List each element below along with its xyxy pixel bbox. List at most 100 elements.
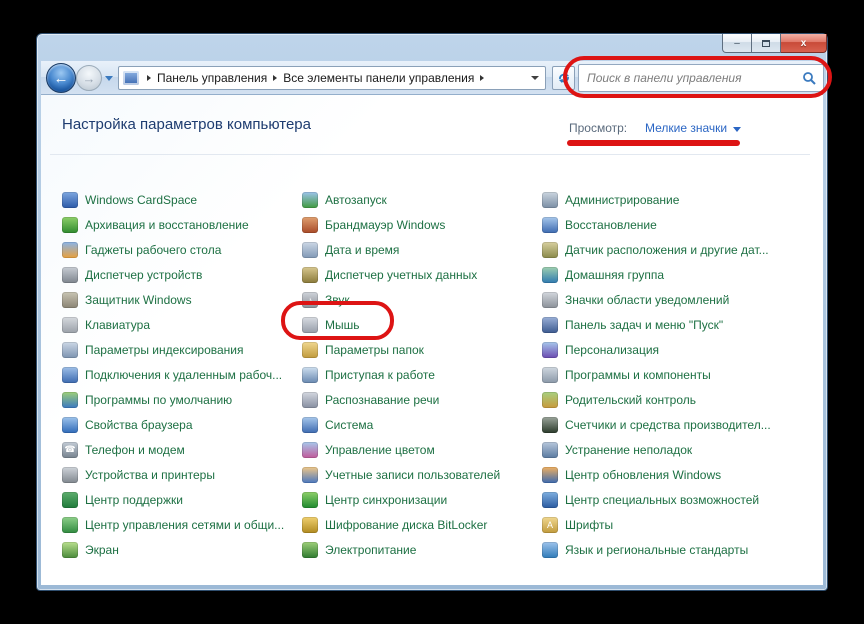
control-panel-item[interactable]: Свойства браузера — [62, 412, 300, 437]
control-panel-item[interactable]: Центр поддержки — [62, 487, 300, 512]
item-label: Распознавание речи — [325, 393, 439, 407]
control-panel-item[interactable]: Родительский контроль — [542, 387, 780, 412]
control-panel-item[interactable]: Параметры индексирования — [62, 337, 300, 362]
autoplay-icon — [302, 192, 318, 208]
performance-counters-icon — [542, 417, 558, 433]
item-label: Приступая к работе — [325, 368, 435, 382]
control-panel-item[interactable]: Клавиатура — [62, 312, 300, 337]
control-panel-item[interactable]: Диспетчер устройств — [62, 262, 300, 287]
item-label: Мышь — [325, 318, 360, 332]
control-panel-item[interactable]: Персонализация — [542, 337, 780, 362]
view-mode-dropdown[interactable]: Мелкие значки — [645, 121, 741, 135]
keyboard-icon — [62, 317, 78, 333]
item-label: Центр синхронизации — [325, 493, 447, 507]
control-panel-item[interactable]: Центр обновления Windows — [542, 462, 780, 487]
phone-modem-icon: ☎ — [62, 442, 78, 458]
control-panel-item[interactable]: Гаджеты рабочего стола — [62, 237, 300, 262]
control-panel-item[interactable]: Программы и компоненты — [542, 362, 780, 387]
control-panel-item[interactable]: Приступая к работе — [302, 362, 540, 387]
control-panel-item[interactable]: Защитник Windows — [62, 287, 300, 312]
control-panel-item[interactable]: Архивация и восстановление — [62, 212, 300, 237]
sync-center-icon — [302, 492, 318, 508]
items-column-1: Windows CardSpace Архивация и восстановле… — [62, 187, 300, 562]
control-panel-item[interactable]: Устройства и принтеры — [62, 462, 300, 487]
control-panel-item[interactable]: Распознавание речи — [302, 387, 540, 412]
address-bar[interactable]: Панель управления Все элементы панели уп… — [118, 66, 546, 90]
control-panel-item[interactable]: Датчик расположения и другие дат... — [542, 237, 780, 262]
network-sharing-center-icon — [62, 517, 78, 533]
control-panel-item[interactable]: Система — [302, 412, 540, 437]
close-button[interactable]: x — [781, 34, 827, 53]
minimize-button[interactable]: – — [722, 34, 752, 53]
internet-options-icon — [62, 417, 78, 433]
control-panel-item[interactable]: Значки области уведомлений — [542, 287, 780, 312]
parental-controls-icon — [542, 392, 558, 408]
forward-button[interactable]: → — [76, 65, 102, 91]
windows-update-icon — [542, 467, 558, 483]
control-panel-item[interactable]: Брандмауэр Windows — [302, 212, 540, 237]
desktop-gadgets-icon — [62, 242, 78, 258]
troubleshooting-icon — [542, 442, 558, 458]
ease-of-access-icon — [542, 492, 558, 508]
item-label: Параметры папок — [325, 343, 424, 357]
item-label: Параметры индексирования — [85, 343, 243, 357]
breadcrumb-control-panel[interactable]: Панель управления — [155, 71, 269, 85]
search-icon[interactable] — [802, 71, 817, 86]
control-panel-item[interactable]: AШрифты — [542, 512, 780, 537]
item-label: Windows CardSpace — [85, 193, 197, 207]
screenshot-stage: – x ← → Панель управления Все элементы п… — [0, 0, 864, 624]
control-panel-item[interactable]: Электропитание — [302, 537, 540, 562]
control-panel-item[interactable]: Домашняя группа — [542, 262, 780, 287]
control-panel-item[interactable]: Мышь — [302, 312, 540, 337]
breadcrumb-separator-icon — [480, 75, 484, 81]
speech-recognition-icon — [302, 392, 318, 408]
search-input[interactable] — [587, 71, 802, 85]
credential-manager-icon — [302, 267, 318, 283]
control-panel-icon — [123, 71, 139, 85]
administrative-tools-icon — [542, 192, 558, 208]
item-label: Свойства браузера — [85, 418, 193, 432]
control-panel-item[interactable]: Программы по умолчанию — [62, 387, 300, 412]
control-panel-item[interactable]: Подключения к удаленным рабоч... — [62, 362, 300, 387]
recent-pages-dropdown-icon[interactable] — [105, 76, 113, 81]
control-panel-item[interactable]: Экран — [62, 537, 300, 562]
control-panel-item[interactable]: Панель задач и меню "Пуск" — [542, 312, 780, 337]
control-panel-item[interactable]: Параметры папок — [302, 337, 540, 362]
back-button[interactable]: ← — [46, 63, 76, 93]
control-panel-item[interactable]: Центр специальных возможностей — [542, 487, 780, 512]
item-label: Защитник Windows — [85, 293, 192, 307]
breadcrumb-separator-icon — [273, 75, 277, 81]
control-panel-item[interactable]: Центр управления сетями и общи... — [62, 512, 300, 537]
item-label: Восстановление — [565, 218, 657, 232]
control-panel-item[interactable]: ♪Звук — [302, 287, 540, 312]
item-label: Центр обновления Windows — [565, 468, 721, 482]
control-panel-item[interactable]: Управление цветом — [302, 437, 540, 462]
refresh-button[interactable] — [552, 66, 575, 90]
control-panel-item[interactable]: Дата и время — [302, 237, 540, 262]
item-label: Учетные записи пользователей — [325, 468, 500, 482]
control-panel-item[interactable]: Администрирование — [542, 187, 780, 212]
item-label: Родительский контроль — [565, 393, 696, 407]
control-panel-item[interactable]: Язык и региональные стандарты — [542, 537, 780, 562]
bitlocker-icon — [302, 517, 318, 533]
item-label: Датчик расположения и другие дат... — [565, 243, 769, 257]
control-panel-item[interactable]: Центр синхронизации — [302, 487, 540, 512]
control-panel-item[interactable]: Windows CardSpace — [62, 187, 300, 212]
control-panel-item[interactable]: Счетчики и средства производител... — [542, 412, 780, 437]
control-panel-item[interactable]: Шифрование диска BitLocker — [302, 512, 540, 537]
control-panel-item[interactable]: ☎ Телефон и модем — [62, 437, 300, 462]
address-dropdown-icon[interactable] — [531, 76, 539, 80]
breadcrumb-all-items[interactable]: Все элементы панели управления — [281, 71, 476, 85]
control-panel-item[interactable]: Автозапуск — [302, 187, 540, 212]
item-label: Программы и компоненты — [565, 368, 711, 382]
getting-started-icon — [302, 367, 318, 383]
item-label: Персонализация — [565, 343, 659, 357]
item-label: Панель задач и меню "Пуск" — [565, 318, 723, 332]
folder-options-icon — [302, 342, 318, 358]
item-label: Телефон и модем — [85, 443, 185, 457]
control-panel-item[interactable]: Устранение неполадок — [542, 437, 780, 462]
control-panel-item[interactable]: Учетные записи пользователей — [302, 462, 540, 487]
maximize-button[interactable] — [752, 34, 781, 53]
control-panel-item[interactable]: Восстановление — [542, 212, 780, 237]
control-panel-item[interactable]: Диспетчер учетных данных — [302, 262, 540, 287]
